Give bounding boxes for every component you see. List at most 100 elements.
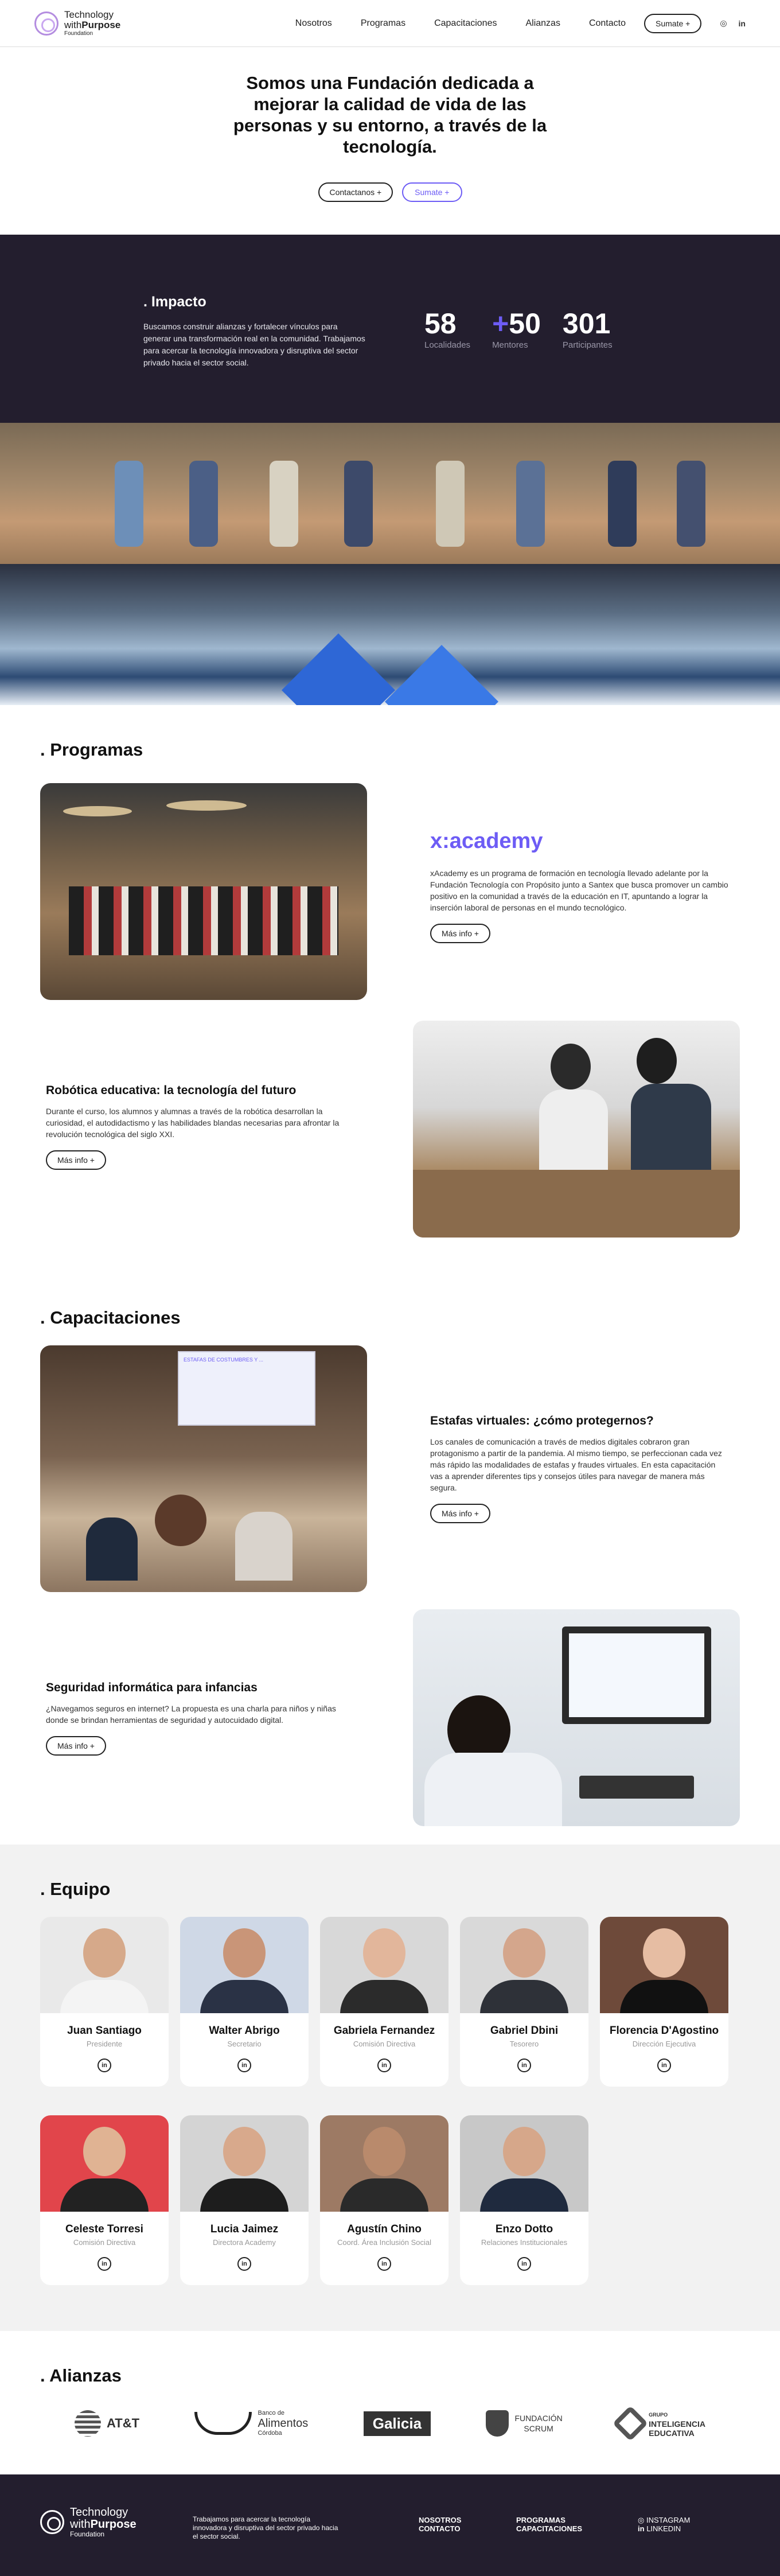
footer-link-contacto[interactable]: CONTACTO	[419, 2524, 461, 2533]
footer-logo-text: Technology withPurpose Foundation	[70, 2507, 136, 2538]
equipo-title: . Equipo	[40, 1879, 111, 1899]
seguridad-more-button[interactable]: Más info +	[46, 1736, 106, 1756]
estafas-more-button[interactable]: Más info +	[430, 1504, 490, 1523]
main-nav: Nosotros Programas Capacitaciones Alianz…	[295, 13, 746, 33]
banco-alimentos-logo[interactable]: Banco de Alimentos Córdoba	[194, 2410, 308, 2437]
office-photo	[0, 564, 780, 705]
footer-logo[interactable]: Technology withPurpose Foundation	[40, 2507, 136, 2538]
linkedin-icon[interactable]: in	[517, 2257, 531, 2271]
ie-line3: EDUCATIVA	[649, 2429, 695, 2438]
att-globe-icon	[75, 2410, 101, 2437]
stat-value: 58	[424, 308, 457, 340]
team-member-name: Walter Abrigo	[209, 2025, 280, 2037]
banco-alimentos-icon	[194, 2412, 252, 2435]
nav-capacitaciones[interactable]: Capacitaciones	[434, 18, 497, 29]
seguridad-title: Seguridad informática para infancias	[46, 1681, 258, 1694]
scrum-line2: SCRUM	[524, 2424, 553, 2433]
footer-link-instagram[interactable]: ◎ INSTAGRAM	[638, 2516, 690, 2524]
footer-logo-line1: Technology	[70, 2506, 128, 2519]
linkedin-icon[interactable]: in	[98, 2059, 111, 2072]
team-member-photo	[320, 1917, 448, 2013]
programas-title: . Programas	[40, 740, 143, 760]
logo-line2a: with	[64, 19, 82, 30]
xacademy-photo	[40, 783, 367, 1000]
linkedin-icon[interactable]: in	[237, 2059, 251, 2072]
team-member-photo	[180, 1917, 309, 2013]
team-member-role: Dirección Ejecutiva	[632, 2040, 696, 2048]
robotica-text: Durante el curso, los alumnos y alumnas …	[46, 1107, 340, 1139]
stat-localidades: 58 Localidades	[424, 308, 470, 350]
impact-title: . Impacto	[143, 294, 206, 310]
inteligencia-educativa-logo[interactable]: GRUPO INTELIGENCIA EDUCATIVA	[613, 2405, 705, 2442]
nav-alianzas[interactable]: Alianzas	[525, 18, 560, 29]
team-member-name: Celeste Torresi	[65, 2223, 143, 2235]
scrum-shield-icon	[486, 2410, 509, 2437]
presentation-slide-title: ESTAFAS DE COSTUMBRES Y ...	[184, 1357, 264, 1363]
presentation-screen: ESTAFAS DE COSTUMBRES Y ...	[178, 1351, 315, 1426]
team-member-name: Gabriela Fernandez	[333, 2025, 435, 2037]
team-member-name: Florencia D'Agostino	[609, 2025, 719, 2037]
programas-section: . Programas x:academy xAcademy es un pro…	[0, 705, 780, 1290]
team-card: Juan Santiago Presidente in	[40, 1917, 169, 2087]
linkedin-icon: in	[638, 2524, 645, 2533]
nav-contacto[interactable]: Contacto	[589, 18, 626, 29]
xacademy-more-button[interactable]: Más info +	[430, 924, 490, 943]
team-member-photo	[460, 2115, 588, 2212]
team-member-photo	[320, 2115, 448, 2212]
team-member-role: Directora Academy	[213, 2238, 276, 2247]
footer-linkedin-label: LINKEDIN	[646, 2524, 681, 2533]
logo-line2b: Purpose	[81, 19, 121, 30]
contactanos-button[interactable]: Contactanos +	[318, 182, 393, 202]
linkedin-icon[interactable]: in	[377, 2059, 391, 2072]
team-member-role: Coord. Área Inclusión Social	[337, 2238, 432, 2247]
team-member-photo	[600, 1917, 728, 2013]
team-member-photo	[40, 1917, 169, 2013]
linkedin-icon[interactable]: in	[237, 2257, 251, 2271]
team-member-role: Secretario	[227, 2040, 262, 2048]
footer-link-programas[interactable]: PROGRAMAS	[516, 2516, 582, 2524]
site-logo[interactable]: Technology withPurpose Foundation	[34, 9, 121, 37]
impact-stats: 58 Localidades +50 Mentores 301 Particip…	[424, 308, 613, 350]
linkedin-icon[interactable]: in	[739, 19, 746, 28]
team-legs-photo	[0, 423, 780, 564]
scrum-line1: FUNDACIÓN	[514, 2414, 563, 2423]
footer-link-linkedin[interactable]: in LINKEDIN	[638, 2524, 690, 2533]
estafas-photo: ESTAFAS DE COSTUMBRES Y ...	[40, 1345, 367, 1592]
team-card: Enzo Dotto Relaciones Institucionales in	[460, 2115, 588, 2285]
footer-logo-line2a: with	[70, 2518, 91, 2531]
sumate-button[interactable]: Sumate +	[644, 13, 702, 33]
nav-programas[interactable]: Programas	[361, 18, 405, 29]
instagram-icon[interactable]: ◎	[720, 18, 727, 28]
hero-sumate-button[interactable]: Sumate +	[402, 182, 462, 202]
robotica-photo	[413, 1021, 740, 1238]
team-member-role: Relaciones Institucionales	[481, 2238, 568, 2247]
linkedin-icon[interactable]: in	[517, 2059, 531, 2072]
capacitaciones-title: . Capacitaciones	[40, 1308, 181, 1328]
fundacion-scrum-logo[interactable]: FUNDACIÓN SCRUM	[486, 2410, 563, 2437]
robotica-title: Robótica educativa: la tecnología del fu…	[46, 1084, 297, 1097]
stat-value: 50	[509, 308, 541, 340]
instagram-icon: ◎	[638, 2516, 645, 2524]
site-footer: Technology withPurpose Foundation Trabaj…	[0, 2474, 780, 2576]
galicia-logo-text: Galicia	[363, 2411, 431, 2436]
banco-line1: Banco de	[258, 2410, 284, 2417]
linkedin-icon[interactable]: in	[98, 2257, 111, 2271]
stat-value: 301	[562, 308, 611, 340]
linkedin-icon[interactable]: in	[657, 2059, 671, 2072]
linkedin-icon[interactable]: in	[377, 2257, 391, 2271]
stat-participantes: 301 Participantes	[563, 308, 613, 350]
footer-link-capacitaciones[interactable]: CAPACITACIONES	[516, 2524, 582, 2533]
nav-nosotros[interactable]: Nosotros	[295, 18, 332, 29]
footer-logo-line2b: Purpose	[90, 2518, 136, 2531]
team-member-role: Comisión Directiva	[353, 2040, 416, 2048]
galicia-logo[interactable]: Galicia	[363, 2411, 431, 2436]
capacitaciones-section: . Capacitaciones ESTAFAS DE COSTUMBRES Y…	[0, 1290, 780, 1845]
hero-section: Somos una Fundación dedicada a mejorar l…	[0, 47, 780, 235]
att-logo[interactable]: AT&T	[75, 2410, 139, 2437]
footer-link-nosotros[interactable]: NOSOTROS	[419, 2516, 461, 2524]
logo-text: Technology withPurpose Foundation	[64, 9, 121, 37]
team-member-role: Presidente	[86, 2040, 123, 2048]
footer-logo-line3: Foundation	[70, 2530, 105, 2538]
team-member-name: Juan Santiago	[67, 2025, 142, 2037]
robotica-more-button[interactable]: Más info +	[46, 1150, 106, 1170]
